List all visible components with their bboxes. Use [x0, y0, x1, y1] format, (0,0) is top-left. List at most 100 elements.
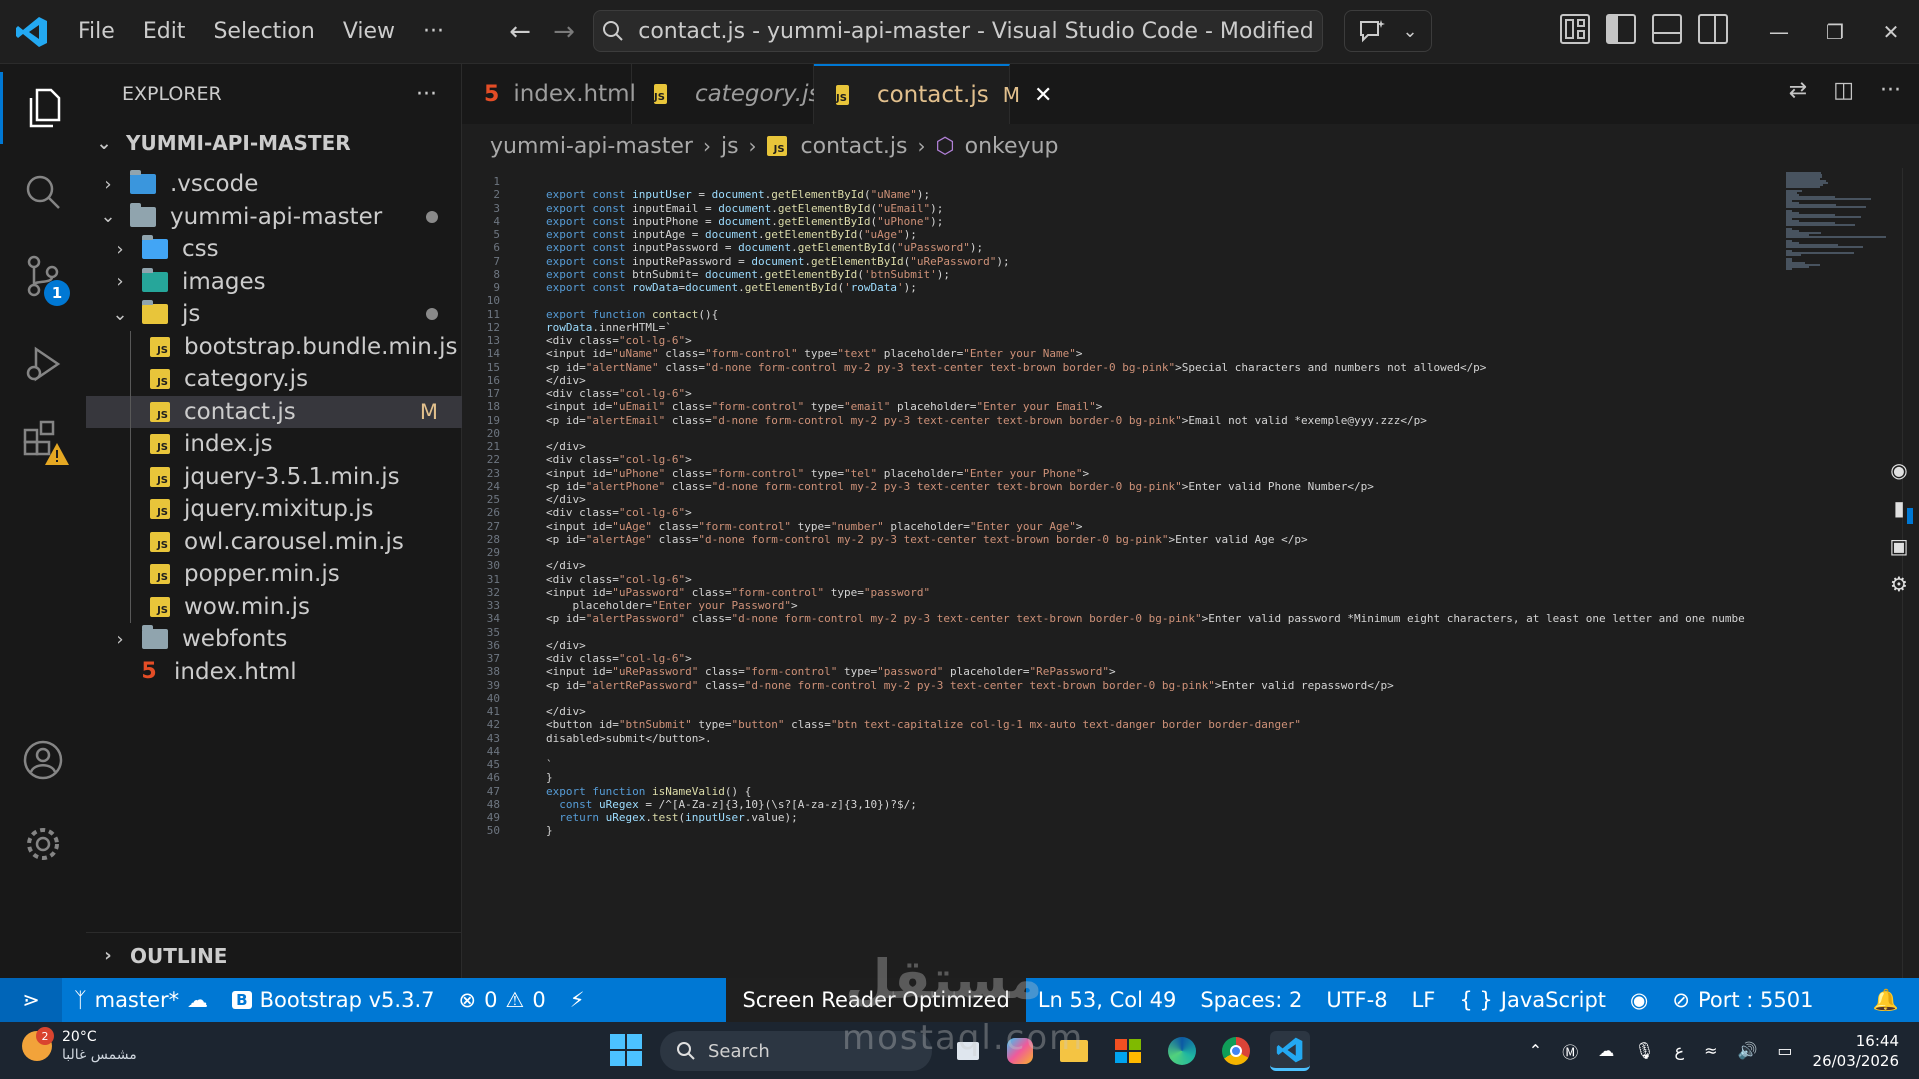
minimap-line	[1786, 186, 1820, 188]
input-language[interactable]: ع	[1675, 1041, 1685, 1060]
indentation-status[interactable]: Spaces: 2	[1188, 978, 1314, 1022]
extensions-icon[interactable]	[0, 402, 86, 474]
tree-item-label: images	[182, 268, 266, 295]
copilot-button[interactable]: ⌄	[1344, 10, 1432, 52]
split-editor-icon[interactable]: ◫	[1833, 78, 1854, 103]
menu-file[interactable]: File	[64, 12, 129, 52]
code-text: <p id="alertEmail" class="d-none form-co…	[546, 413, 1427, 427]
close-tab-icon[interactable]: ✕	[1034, 83, 1052, 108]
tray-app-icon[interactable]: Ⓜ	[1562, 1039, 1578, 1063]
tree-item[interactable]: JS category.js	[86, 363, 462, 396]
search-icon[interactable]	[0, 156, 86, 228]
vscode-taskbar-icon[interactable]	[1270, 1031, 1310, 1071]
menu-more[interactable]: ···	[409, 12, 458, 52]
tree-item[interactable]: JS jquery-3.5.1.min.js	[86, 461, 462, 494]
restore-button[interactable]: ❐	[1807, 0, 1863, 64]
search-label: Search	[708, 1040, 770, 1062]
remote-indicator[interactable]: ⋗	[0, 978, 62, 1022]
notifications-bell-icon[interactable]: 🔔	[1861, 978, 1919, 1022]
window-icon[interactable]: ▣	[1890, 534, 1909, 558]
tree-item[interactable]: JS wow.min.js	[86, 591, 462, 624]
accounts-icon[interactable]	[0, 724, 86, 796]
modified-indicator: M	[419, 399, 438, 424]
tree-item[interactable]: 5 index.html	[86, 656, 462, 689]
breadcrumb-symbol[interactable]: onkeyup	[965, 134, 1059, 159]
tab-contact-js[interactable]: JS contact.js M ✕	[814, 64, 1052, 124]
settings-gear-icon[interactable]: ⚙	[1890, 572, 1908, 596]
tree-item[interactable]: ⌄ js	[86, 298, 462, 331]
branch-label: master*	[94, 988, 180, 1012]
tree-item[interactable]: › .vscode	[86, 168, 462, 201]
tree-item[interactable]: › images	[86, 266, 462, 299]
run-debug-icon[interactable]	[0, 328, 86, 400]
tree-item[interactable]: JS index.js	[86, 428, 462, 461]
tab-index-html[interactable]: 5 index.html	[462, 64, 636, 124]
clock[interactable]: 16:44 26/03/2026	[1813, 1031, 1899, 1071]
weather-widget[interactable]: 2 20°C مشمس غالبا	[22, 1027, 137, 1064]
bootstrap-status[interactable]: B Bootstrap v5.3.7	[220, 978, 446, 1022]
live-server-status[interactable]: ⊘ Port : 5501	[1660, 978, 1825, 1022]
windows-start-icon[interactable]	[610, 1034, 642, 1066]
tab-category-js[interactable]: JS category.js	[632, 64, 820, 124]
encoding-status[interactable]: UTF-8	[1314, 978, 1399, 1022]
minimap-line	[1786, 236, 1886, 238]
menu-edit[interactable]: Edit	[129, 12, 200, 52]
explorer-more-button[interactable]: ···	[416, 82, 437, 107]
chrome-browser-icon[interactable]	[1216, 1031, 1256, 1071]
toggle-secondary-sidebar-icon[interactable]	[1698, 14, 1728, 44]
ms-store-icon[interactable]	[1108, 1031, 1148, 1071]
tree-item[interactable]: JS owl.carousel.min.js	[86, 526, 462, 559]
battery-icon[interactable]: ▭	[1777, 1041, 1792, 1060]
minimize-button[interactable]: —	[1751, 0, 1807, 64]
tree-item-label: css	[182, 236, 219, 263]
toggle-panel-icon[interactable]	[1652, 14, 1682, 44]
tree-item[interactable]: JS contact.js M	[86, 395, 462, 428]
language-mode[interactable]: { } JavaScript	[1447, 978, 1618, 1022]
code-editor[interactable]: 1 2 export const inputUser = document.getE…	[462, 168, 1782, 978]
tree-item[interactable]: › css	[86, 233, 462, 266]
menu-selection[interactable]: Selection	[199, 12, 328, 52]
copilot-status-icon[interactable]: ◉	[1618, 978, 1660, 1022]
microphone-icon[interactable]: 🎙	[1634, 1041, 1654, 1060]
editor-more-icon[interactable]: ···	[1880, 78, 1901, 103]
html5-icon: 5	[484, 81, 500, 107]
volume-icon[interactable]: 🔊	[1737, 1041, 1757, 1060]
video-icon[interactable]: ▮	[1893, 496, 1904, 520]
indent-guide	[130, 330, 131, 623]
floating-toolbar: ◉ ▮ ▣ ⚙	[1884, 458, 1914, 596]
breadcrumb-file[interactable]: contact.js	[801, 134, 908, 159]
close-window-button[interactable]: ✕	[1863, 0, 1919, 64]
eol-status[interactable]: LF	[1400, 978, 1448, 1022]
tree-item[interactable]: JS jquery.mixitup.js	[86, 493, 462, 526]
forward-arrow-icon[interactable]: →	[542, 17, 586, 47]
bootstrap-icon: B	[232, 991, 252, 1009]
edge-browser-icon[interactable]	[1162, 1031, 1202, 1071]
lightning-icon[interactable]: ⚡	[558, 978, 597, 1022]
settings-gear-icon[interactable]	[0, 808, 86, 880]
problems-status[interactable]: ⊗ 0 ⚠ 0	[447, 978, 558, 1022]
tree-item[interactable]: › webfonts	[86, 623, 462, 656]
tree-item[interactable]: JS bootstrap.bundle.min.js	[86, 331, 462, 364]
breadcrumb-folder[interactable]: yummi-api-master	[490, 134, 693, 159]
back-arrow-icon[interactable]: ←	[498, 17, 542, 47]
workspace-root[interactable]: ⌄ YUMMI-API-MASTER	[86, 124, 462, 162]
customize-layout-icon[interactable]	[1560, 14, 1590, 44]
command-center[interactable]: contact.js - yummi-api-master - Visual S…	[593, 10, 1323, 52]
tree-item[interactable]: ⌄ yummi-api-master	[86, 201, 462, 234]
wifi-icon[interactable]: ≈	[1704, 1041, 1717, 1060]
outline-section[interactable]: › OUTLINE	[86, 932, 462, 978]
onedrive-icon[interactable]: ☁	[1598, 1041, 1614, 1060]
menu-view[interactable]: View	[329, 12, 409, 52]
explorer-icon[interactable]	[0, 72, 86, 144]
toggle-primary-sidebar-icon[interactable]	[1606, 14, 1636, 44]
branch-status[interactable]: ᛉ master* ☁	[62, 978, 220, 1022]
camera-icon[interactable]: ◉	[1890, 458, 1907, 482]
chevron-down-icon: ⌄	[112, 303, 128, 325]
js-file-icon: JS	[150, 466, 170, 487]
cursor-position[interactable]: Ln 53, Col 49	[1026, 978, 1189, 1022]
open-changes-icon[interactable]: ⇄	[1789, 78, 1807, 103]
breadcrumb-js-folder[interactable]: js	[721, 134, 739, 159]
chevron-up-icon[interactable]: ⌃	[1529, 1041, 1542, 1060]
source-control-icon[interactable]: 1	[0, 240, 86, 312]
tree-item[interactable]: JS popper.min.js	[86, 558, 462, 591]
